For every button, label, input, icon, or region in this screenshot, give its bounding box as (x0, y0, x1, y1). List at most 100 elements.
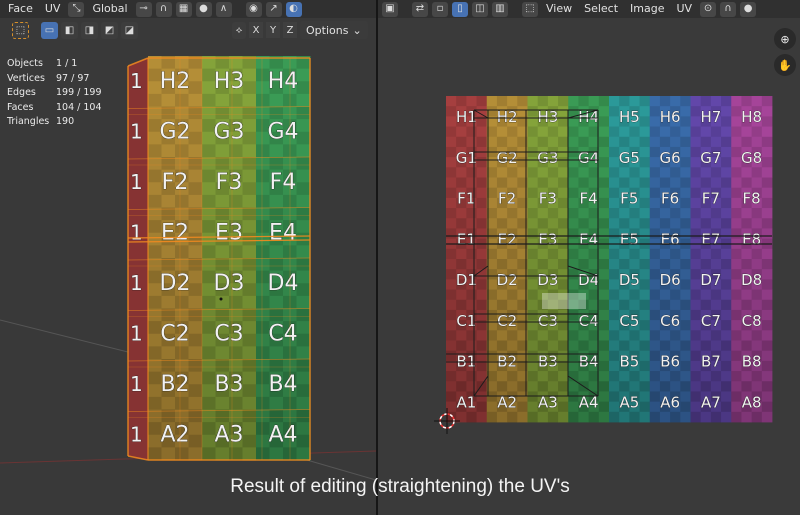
uv-texture-cell (507, 208, 518, 219)
uv-texture-cell (578, 259, 590, 270)
menu-image[interactable]: Image (626, 0, 668, 18)
transform-orientation-dropdown[interactable]: Global (88, 0, 131, 18)
uv-texture-cell (578, 218, 590, 229)
mesh-face (188, 447, 203, 461)
menu-uv[interactable]: UV (41, 0, 65, 18)
uv-texture-cell (507, 289, 518, 301)
uv-texture-cell (731, 299, 742, 311)
visibility-eye-icon[interactable]: ◉ (245, 1, 262, 17)
mesh-face (256, 144, 270, 158)
pivot-icon[interactable]: ⊸ (135, 1, 152, 17)
mesh-face (229, 245, 243, 259)
gizmo-icon[interactable]: ↗ (265, 1, 282, 17)
uv-texture-cell (517, 401, 528, 413)
uv-sync-icon[interactable]: ⇄ (412, 1, 428, 17)
select-new-icon[interactable]: ▭ (41, 21, 58, 39)
sticky-select-icon[interactable]: ⬚ (522, 1, 538, 17)
uv-vertex-select-icon[interactable]: ▫ (432, 1, 448, 17)
proportional-edit-icon[interactable]: ● (195, 1, 212, 17)
menu-select[interactable]: Select (580, 0, 622, 18)
uv-texture-cell (446, 289, 457, 301)
options-dropdown[interactable]: Options ⌄ (300, 21, 368, 39)
uv-texture-cell (527, 391, 539, 403)
uv-texture-cell (527, 330, 539, 341)
uv-proportional-icon[interactable]: ● (740, 1, 757, 17)
zoom-icon[interactable]: ⊕ (774, 28, 796, 50)
uv-texture-cell (690, 96, 702, 107)
uv-texture-cell (598, 391, 610, 403)
viewport-header: Face UV ⤡ Global ⊸ ∩ ▦ ● ∧ ◉ ↗ ◐ (0, 0, 376, 18)
uv-texture-cell (476, 391, 488, 403)
uv-grid-label: C7 (701, 312, 721, 330)
uv-texture-cell (466, 136, 477, 148)
axis-x-button[interactable]: X (249, 22, 263, 38)
uv-texture-cell (609, 309, 620, 321)
axis-z-button[interactable]: Z (283, 22, 297, 38)
mesh-face (296, 384, 311, 398)
uv-texture-cell (476, 228, 488, 240)
uv-texture-cell (598, 157, 610, 168)
uv-texture-cell (700, 299, 712, 311)
mesh-face (188, 258, 203, 272)
mesh-face (269, 308, 284, 322)
pan-hand-icon[interactable]: ✋ (774, 54, 796, 76)
uv-texture-cell (690, 136, 702, 148)
snap-grid-icon[interactable]: ▦ (175, 1, 192, 17)
mesh-face (296, 346, 311, 360)
uv-texture-cell (680, 177, 691, 189)
uv-texture-cell (649, 381, 661, 392)
uv-snap-icon[interactable]: ∩ (720, 1, 737, 17)
overlay-icon[interactable]: ◐ (285, 1, 302, 17)
uv-texture-cell (456, 289, 467, 301)
viewport-3d[interactable]: H2 H3 H4 G2 G3 G4 F2 F3 F4 E2 E3 E4 D2 D3 D4 C2 C3 C4 B2 B3… (0, 0, 376, 515)
uv-texture-cell (476, 187, 488, 199)
uv-texture-cell (466, 330, 477, 341)
uv-texture-cell (486, 96, 498, 107)
uv-texture-cell (721, 411, 732, 423)
uv-texture-cell (527, 340, 539, 352)
mesh-face (202, 308, 216, 322)
uv-texture-cell (751, 136, 763, 148)
mesh-face (256, 308, 270, 322)
uv-texture-cell (639, 289, 651, 301)
uv-edge-select-icon[interactable]: ▯ (452, 1, 468, 17)
uv-pivot-icon[interactable]: ⊙ (700, 1, 717, 17)
orientation-icon[interactable]: ⤡ (68, 1, 85, 17)
select-extend-icon[interactable]: ◧ (61, 21, 78, 39)
select-intersect-icon[interactable]: ◪ (121, 21, 138, 39)
mirror-icon[interactable]: ⟡ (232, 21, 246, 39)
select-invert-icon[interactable]: ◩ (101, 21, 118, 39)
mesh-face (269, 295, 284, 309)
editor-type-icon[interactable]: ▣ (382, 1, 398, 17)
menu-view[interactable]: View (542, 0, 576, 18)
uv-grid-label: H8 (741, 108, 762, 126)
uv-texture-cell (659, 218, 671, 229)
uv-grid-label: B5 (619, 353, 639, 371)
falloff-icon[interactable]: ∧ (215, 1, 232, 17)
mesh-face (296, 232, 311, 246)
uv-texture-cell (710, 259, 722, 270)
mesh-face (202, 207, 216, 221)
uv-texture-cell (476, 299, 488, 311)
axis-y-button[interactable]: Y (266, 22, 280, 38)
uv-texture-cell (639, 106, 651, 117)
uv-texture-cell (680, 309, 691, 321)
cursor-tool-icon[interactable]: ⬚ (12, 21, 29, 39)
uv-texture-cell (466, 411, 477, 423)
mesh-face (202, 409, 216, 423)
uv-texture-cell (751, 218, 763, 229)
uv-canvas[interactable]: H1 H2 H3 H4 H5 H6 H7 H8G1 G2 G3 G4 G5 G6 G7 G8F1 F2 F3 F4… (378, 0, 800, 515)
uv-face-select-icon[interactable]: ◫ (472, 1, 488, 17)
mesh-face (256, 194, 270, 208)
menu-face[interactable]: Face (4, 0, 37, 18)
magnet-icon[interactable]: ∩ (155, 1, 172, 17)
uv-texture-cell (598, 411, 610, 423)
menu-uv[interactable]: UV (673, 0, 697, 18)
uv-texture-cell (659, 136, 671, 148)
uv-texture-cell (690, 381, 702, 392)
mesh-face (148, 194, 162, 208)
mesh-face (229, 144, 243, 158)
uv-island-select-icon[interactable]: ▥ (492, 1, 508, 17)
uv-editor[interactable]: H1 H2 H3 H4 H5 H6 H7 H8 G1 G2 G3 G4 G5 G6 G7 G8 F1 F2 F3 F4… (378, 0, 800, 515)
select-subtract-icon[interactable]: ◨ (81, 21, 98, 39)
